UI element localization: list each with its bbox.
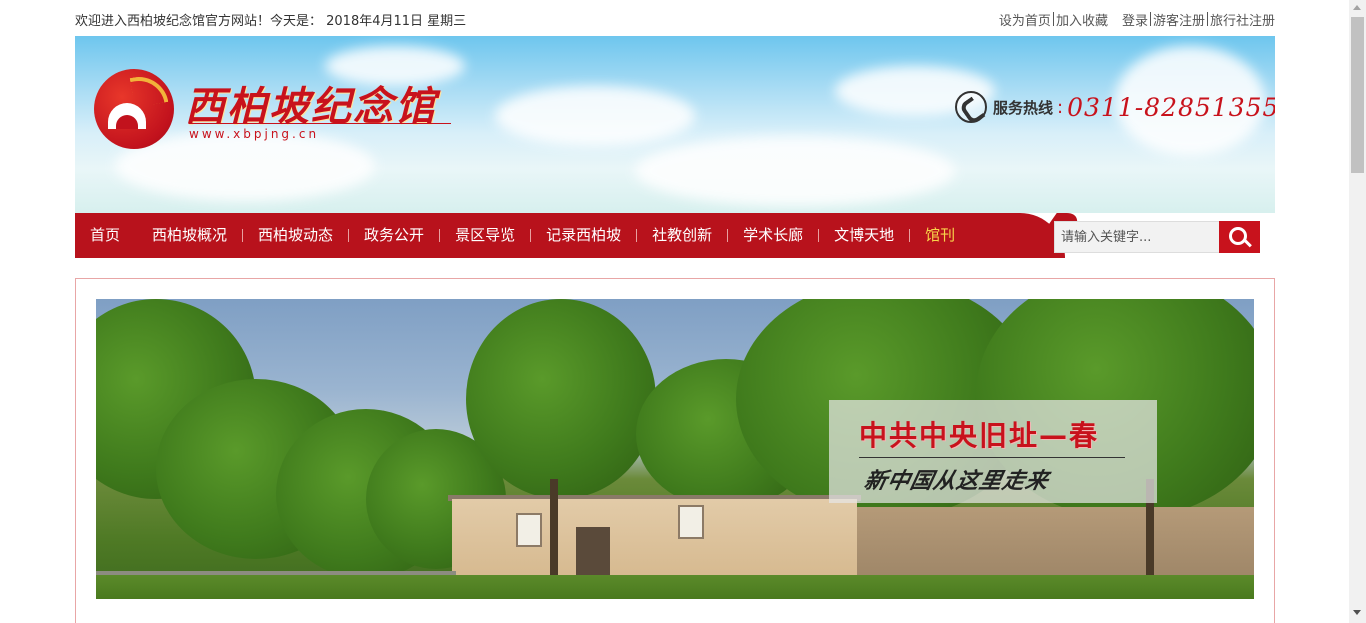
welcome-text: 欢迎进入西柏坡纪念馆官方网站！今天是： 2018年4月11日 星期三 (75, 14, 467, 29)
scroll-up-icon[interactable] (1353, 5, 1361, 10)
cloud-decoration (635, 136, 955, 206)
search-button[interactable] (1219, 221, 1260, 253)
nav-item-education[interactable]: 社教创新 (637, 213, 727, 258)
nav-item-overview[interactable]: 西柏坡概况 (137, 213, 242, 258)
top-links: 设为首页 加入收藏 登录 游客注册 旅行社注册 (999, 10, 1275, 29)
service-hotline: 服务热线 : 0311-82851355 (955, 90, 1275, 124)
nav-item-government-affairs[interactable]: 政务公开 (349, 213, 439, 258)
scroll-thumb[interactable] (1351, 17, 1364, 173)
divider (1149, 12, 1151, 26)
nav-item-academic[interactable]: 学术长廊 (728, 213, 818, 258)
hotline-colon: : (1057, 96, 1064, 118)
lawn (96, 575, 1254, 599)
hotline-number: 0311-82851355 (1067, 92, 1275, 122)
tree-trunk (550, 479, 558, 589)
nav-item-home[interactable]: 首页 (75, 213, 137, 258)
scroll-down-icon[interactable] (1353, 610, 1361, 615)
top-bar: 欢迎进入西柏坡纪念馆官方网站！今天是： 2018年4月11日 星期三 设为首页 … (75, 0, 1275, 36)
search-input[interactable] (1054, 221, 1219, 253)
building-window (678, 505, 704, 539)
building-window (516, 513, 542, 547)
visitor-register-link[interactable]: 游客注册 (1153, 10, 1205, 29)
add-favorite-link[interactable]: 加入收藏 (1056, 10, 1108, 29)
logo-emblem-icon[interactable] (94, 69, 174, 149)
carousel-slide[interactable]: 中共中央旧址—春 新中国从这里走来 (96, 299, 1254, 599)
slide-subtitle: 新中国从这里走来 (861, 468, 1052, 494)
nav-item-news[interactable]: 西柏坡动态 (243, 213, 348, 258)
nav-item-culture[interactable]: 文博天地 (819, 213, 909, 258)
caption-divider (859, 457, 1125, 458)
nav-list: 首页 西柏坡概况 西柏坡动态 政务公开 景区导览 记录西柏坡 社教创新 学术长廊… (75, 213, 970, 258)
building-wall (452, 499, 857, 579)
cloud-decoration (495, 86, 695, 146)
slide-title: 中共中央旧址—春 (859, 419, 1100, 452)
building-door (576, 527, 610, 579)
divider (1052, 12, 1054, 26)
set-home-link[interactable]: 设为首页 (999, 10, 1051, 29)
nav-item-journal[interactable]: 馆刊 (910, 213, 970, 258)
login-link[interactable]: 登录 (1122, 10, 1148, 29)
agency-register-link[interactable]: 旅行社注册 (1210, 10, 1275, 29)
logo-url: www.xbpjng.cn (189, 127, 320, 141)
header-banner: 西柏坡纪念馆 www.xbpjng.cn 服务热线 : 0311-8285135… (75, 36, 1275, 213)
nav-item-record[interactable]: 记录西柏坡 (531, 213, 636, 258)
logo-underline (189, 123, 451, 124)
slide-caption: 中共中央旧址—春 新中国从这里走来 (829, 400, 1157, 503)
page-scrollbar[interactable] (1349, 0, 1366, 623)
divider (1206, 12, 1208, 26)
tree-decoration (466, 299, 656, 499)
hotline-label: 服务热线 (993, 98, 1054, 117)
content-panel: 中共中央旧址—春 新中国从这里走来 (75, 278, 1275, 623)
main-nav: 首页 西柏坡概况 西柏坡动态 政务公开 景区导览 记录西柏坡 社教创新 学术长廊… (75, 213, 1065, 258)
nav-item-scenic-guide[interactable]: 景区导览 (440, 213, 530, 258)
phone-icon (955, 91, 987, 123)
